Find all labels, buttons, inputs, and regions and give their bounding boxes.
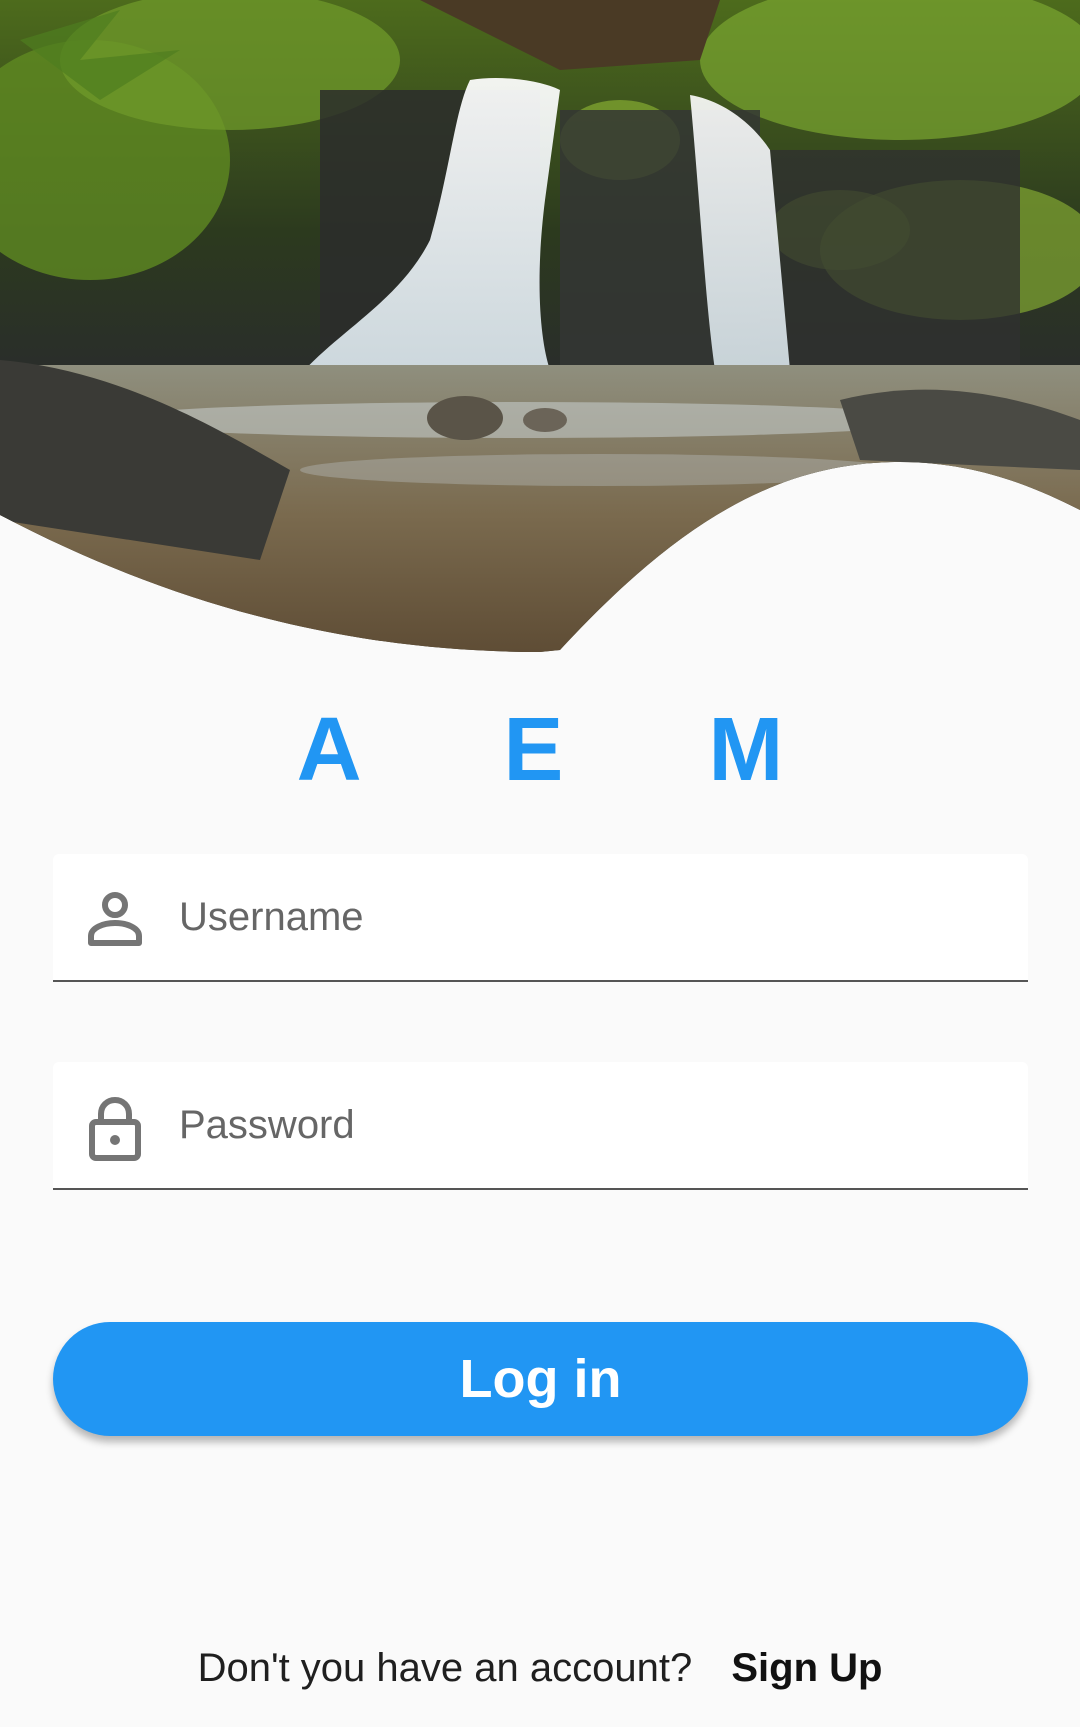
lock-icon: [85, 1096, 145, 1161]
password-input[interactable]: [179, 1062, 999, 1188]
signup-link[interactable]: Sign Up: [731, 1646, 882, 1690]
signup-row: Don't you have an account? Sign Up: [0, 1640, 1080, 1696]
username-input[interactable]: [179, 854, 999, 980]
username-field[interactable]: [53, 854, 1028, 982]
login-button[interactable]: Log in: [53, 1322, 1028, 1436]
password-field[interactable]: [53, 1062, 1028, 1190]
person-icon: [85, 888, 145, 948]
hero-image: [0, 0, 1080, 660]
brand-title: A E M: [296, 700, 844, 800]
signup-prompt: Don't you have an account?: [197, 1646, 693, 1690]
